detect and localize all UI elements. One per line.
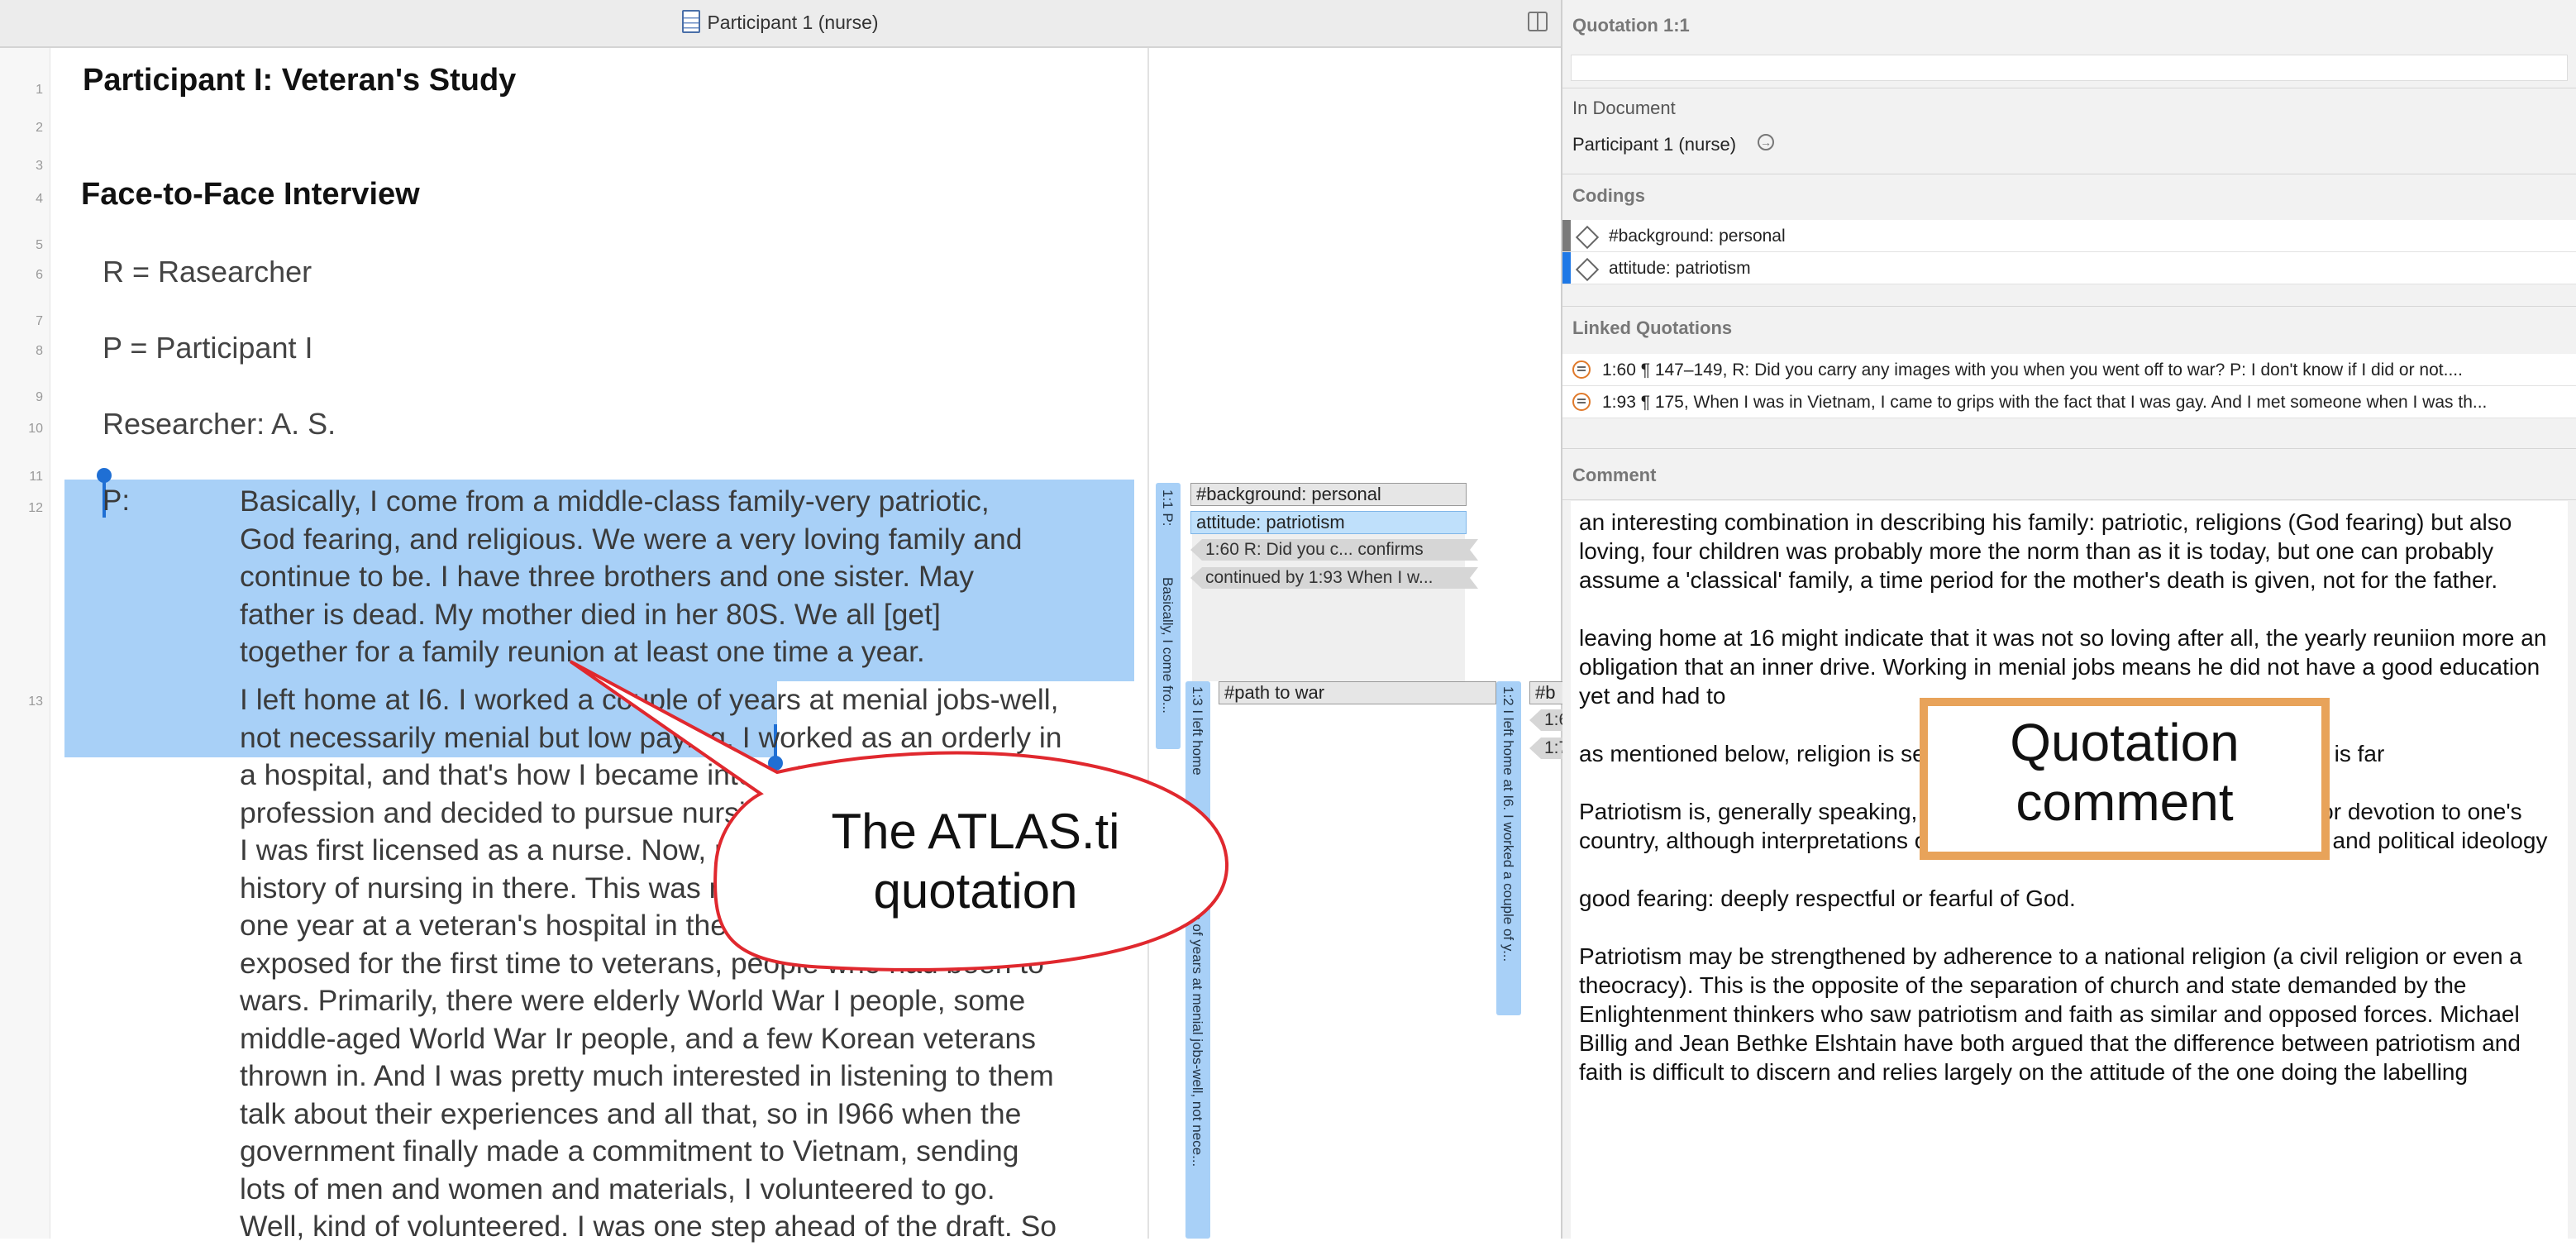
- code-chip-background-personal[interactable]: #background: personal: [1190, 483, 1467, 506]
- line-number-gutter: 1 2 3 4 5 6 7 8 9 10 11 12 13: [0, 48, 50, 1239]
- text-line: wars. Primarily, there were elderly Worl…: [240, 984, 1026, 1017]
- quotation-icon: [1572, 393, 1591, 411]
- quotation-bar-label: Basically, I come fro...: [1160, 577, 1176, 714]
- quotation-bar-label: 1:1 P:: [1160, 489, 1176, 527]
- line-number: 5: [36, 238, 43, 252]
- document-title: Participant 1 (nurse): [707, 12, 879, 33]
- link-chip-1-60[interactable]: 1:60 R: Did you c... confirms: [1190, 539, 1478, 561]
- code-color-stripe: [1562, 252, 1571, 284]
- quotation-bar-label: ple of years at menial jobs-well, not ne…: [1190, 901, 1205, 1167]
- code-diamond-icon: [1575, 225, 1600, 250]
- line-number: 6: [36, 268, 43, 282]
- text-line: God fearing, and religious. We were a ve…: [240, 522, 1023, 556]
- comment-paragraph: Patriotism may be strengthened by adhere…: [1579, 943, 2522, 1085]
- text-line: I left home at I6. I worked a couple of …: [240, 683, 1059, 716]
- document-tab[interactable]: Participant 1 (nurse): [0, 10, 1561, 34]
- speaker-label: P:: [103, 485, 131, 517]
- linked-quotation-row[interactable]: 1:60 ¶ 147–149, R: Did you carry any ima…: [1562, 354, 2576, 386]
- code-color-stripe: [1562, 220, 1571, 251]
- comment-paragraph: an interesting combination in describing…: [1579, 509, 2512, 593]
- divider: [1562, 448, 2576, 449]
- code-chip-attitude-patriotism[interactable]: attitude: patriotism: [1190, 511, 1467, 534]
- callout-line: The ATLAS.ti: [831, 804, 1120, 859]
- linked-quotation-text: 1:93 ¶ 175, When I was in Vietnam, I cam…: [1602, 393, 2488, 412]
- comment-label: Comment: [1572, 465, 1657, 485]
- researcher-name: Researcher: A. S.: [103, 407, 336, 441]
- divider: [1562, 306, 2576, 307]
- document-subheading: Face-to-Face Interview: [81, 177, 420, 212]
- linked-quotations-label: Linked Quotations: [1572, 317, 1733, 338]
- text-line: together for a family reunion at least o…: [240, 635, 925, 668]
- paragraph-2[interactable]: I left home at I6. I worked a couple of …: [240, 681, 1149, 1246]
- link-chip-1-93[interactable]: continued by 1:93 When I w...: [1190, 567, 1478, 589]
- text-line: Basically, I come from a middle-class fa…: [240, 485, 990, 518]
- quotation-bar-label: 1:3 I left home: [1190, 686, 1205, 776]
- in-document-label: In Document: [1572, 98, 1676, 118]
- text-line: thrown in. And I was pretty much interes…: [240, 1059, 1054, 1092]
- coding-row[interactable]: attitude: patriotism: [1562, 252, 2576, 284]
- text-line: exposed for the first time to veterans, …: [240, 946, 1044, 980]
- text-line: government finally made a commitment to …: [240, 1134, 1019, 1167]
- quotation-bar-label: 1:2 I left home at I6. I worked a couple…: [1500, 686, 1516, 962]
- line-number: 2: [36, 121, 43, 135]
- researcher-key: R = Rasearcher: [103, 255, 312, 289]
- in-document-link[interactable]: Participant 1 (nurse): [1572, 134, 1736, 155]
- inspector-title: Quotation 1:1: [1572, 15, 1690, 36]
- text-line: not necessarily menial but low paying. I…: [240, 720, 1062, 754]
- line-number: 9: [36, 390, 43, 404]
- quotation-icon: [1572, 360, 1591, 379]
- line-number: 8: [36, 344, 43, 358]
- line-number: 10: [28, 422, 43, 436]
- coding-row[interactable]: #background: personal: [1562, 220, 2576, 252]
- line-number: 4: [36, 192, 43, 206]
- callout-line: comment: [2015, 772, 2234, 832]
- text-line: a hospital, and that's how I became inte…: [240, 758, 916, 791]
- comment-callout-text: Quotation comment: [1920, 713, 2330, 832]
- line-number: 1: [36, 83, 43, 97]
- codings-label: Codings: [1572, 185, 1645, 206]
- document-heading: Participant I: Veteran's Study: [83, 63, 517, 98]
- quotation-name-field[interactable]: [1571, 55, 2568, 81]
- text-line: continue to be. I have three brothers an…: [240, 560, 975, 593]
- line-number: 3: [36, 159, 43, 173]
- callout-line: Quotation: [2010, 713, 2240, 772]
- quotation-callout-text: The ATLAS.ti quotation: [727, 802, 1224, 921]
- line-number: 7: [36, 314, 43, 328]
- code-chip-truncated[interactable]: #b: [1529, 681, 1564, 704]
- participant-key: P = Participant I: [103, 331, 313, 365]
- code-diamond-icon: [1575, 257, 1600, 282]
- go-to-document-icon[interactable]: →: [1758, 134, 1774, 150]
- document-icon: [682, 10, 701, 33]
- code-chip-path-to-war[interactable]: #path to war: [1219, 681, 1496, 704]
- line-number: 13: [28, 695, 43, 709]
- text-line: father is dead. My mother died in her 80…: [240, 597, 941, 631]
- text-line: talk about their experiences and all tha…: [240, 1096, 1022, 1130]
- text-line: lots of men and women and materials, I v…: [240, 1172, 995, 1205]
- linked-quotation-text: 1:60 ¶ 147–149, R: Did you carry any ima…: [1602, 360, 2463, 380]
- sidebar-toggle-icon[interactable]: [1528, 12, 1548, 31]
- coding-label: attitude: patriotism: [1609, 259, 1751, 278]
- callout-line: quotation: [873, 863, 1078, 919]
- divider: [1562, 499, 2576, 500]
- text-line: middle-aged World War Ir people, and a f…: [240, 1021, 1036, 1055]
- line-number: 11: [29, 470, 43, 484]
- paragraph-1[interactable]: Basically, I come from a middle-class fa…: [240, 483, 1149, 671]
- text-line: Well, kind of volunteered. I was one ste…: [240, 1210, 1057, 1243]
- coding-label: #background: personal: [1609, 227, 1786, 246]
- line-number: 12: [28, 501, 43, 515]
- comment-paragraph: good fearing: deeply respectful or fearf…: [1579, 886, 2076, 911]
- linked-quotation-row[interactable]: 1:93 ¶ 175, When I was in Vietnam, I cam…: [1562, 386, 2576, 418]
